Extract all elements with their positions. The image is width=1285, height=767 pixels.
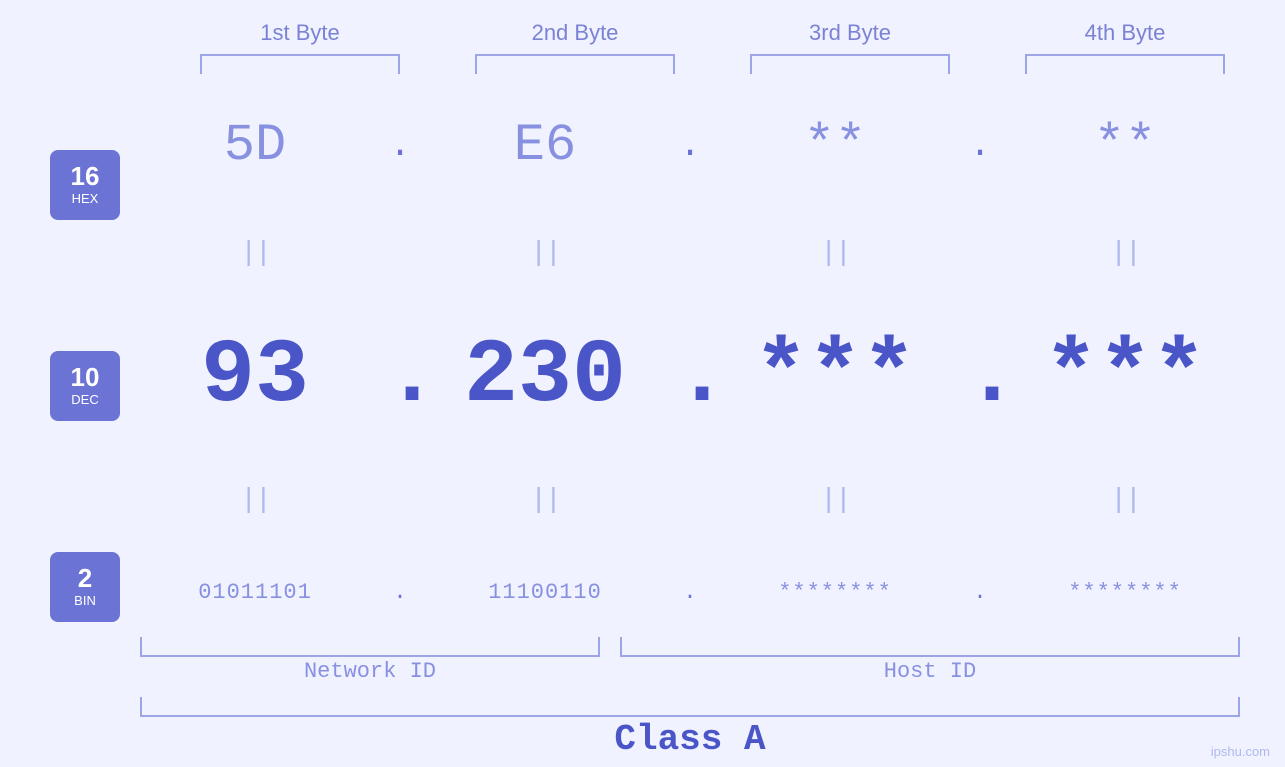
hex-value-row: 5D . E6 . ** . ** bbox=[140, 116, 1240, 175]
eq2-3: || bbox=[735, 487, 935, 515]
dec-badge-label: DEC bbox=[71, 392, 98, 407]
network-id-label: Network ID bbox=[140, 659, 600, 684]
hex-cell-3: ** bbox=[735, 116, 935, 175]
hex-cell-2: E6 bbox=[445, 116, 645, 175]
bracket-top-3 bbox=[750, 54, 950, 74]
dec-cell-1: 93 bbox=[155, 332, 355, 422]
eq1-3: || bbox=[735, 240, 935, 268]
bin-badge-label: BIN bbox=[74, 593, 96, 608]
byte3-header: 3rd Byte bbox=[750, 20, 950, 46]
hex-val-3: ** bbox=[804, 116, 866, 175]
network-bracket bbox=[140, 637, 600, 657]
bin-value-row: 01011101 . 11100110 . ******** . *******… bbox=[140, 580, 1240, 605]
eq1-4: || bbox=[1025, 240, 1225, 268]
byte2-header: 2nd Byte bbox=[475, 20, 675, 46]
host-id-label: Host ID bbox=[620, 659, 1240, 684]
outer-bottom-bracket bbox=[140, 697, 1240, 717]
bin-val-1: 01011101 bbox=[198, 580, 312, 605]
hex-badge-num: 16 bbox=[71, 163, 100, 189]
bracket-top-2 bbox=[475, 54, 675, 74]
dec-cell-3: *** bbox=[735, 332, 935, 422]
eq1-2: || bbox=[445, 240, 645, 268]
byte4-header: 4th Byte bbox=[1025, 20, 1225, 46]
bin-val-2: 11100110 bbox=[488, 580, 602, 605]
bracket-top-4 bbox=[1025, 54, 1225, 74]
hex-dot-2: . bbox=[675, 125, 705, 166]
bin-dot-2: . bbox=[675, 580, 705, 605]
bin-dot-1: . bbox=[385, 580, 415, 605]
dec-val-1: 93 bbox=[201, 326, 309, 428]
eq2-1: || bbox=[155, 487, 355, 515]
hex-badge-label: HEX bbox=[72, 191, 99, 206]
byte-headers-row: 1st Byte 2nd Byte 3rd Byte 4th Byte bbox=[163, 20, 1263, 46]
bottom-brackets bbox=[140, 637, 1240, 657]
dec-value-row: 93 . 230 . *** . *** bbox=[140, 332, 1240, 422]
bin-val-3: ******** bbox=[778, 580, 892, 605]
bin-badge: 2 BIN bbox=[50, 552, 120, 622]
eq2-4: || bbox=[1025, 487, 1225, 515]
dec-dot-1: . bbox=[385, 332, 415, 422]
bracket-top-1 bbox=[200, 54, 400, 74]
hex-cell-4: ** bbox=[1025, 116, 1225, 175]
watermark: ipshu.com bbox=[1211, 744, 1270, 759]
bin-cell-3: ******** bbox=[735, 580, 935, 605]
eq2-2: || bbox=[445, 487, 645, 515]
host-bracket bbox=[620, 637, 1240, 657]
hex-val-4: ** bbox=[1094, 116, 1156, 175]
bin-badge-num: 2 bbox=[78, 565, 92, 591]
dec-val-2: 230 bbox=[464, 326, 626, 428]
dec-badge-num: 10 bbox=[71, 364, 100, 390]
main-container: 1st Byte 2nd Byte 3rd Byte 4th Byte 16 H… bbox=[0, 0, 1285, 767]
bin-cell-4: ******** bbox=[1025, 580, 1225, 605]
dec-dot-3: . bbox=[965, 332, 995, 422]
dec-val-3: *** bbox=[754, 326, 916, 428]
bin-dot-3: . bbox=[965, 580, 995, 605]
dec-dot-2: . bbox=[675, 332, 705, 422]
hex-cell-1: 5D bbox=[155, 116, 355, 175]
bin-cell-2: 11100110 bbox=[445, 580, 645, 605]
dec-cell-4: *** bbox=[1025, 332, 1225, 422]
equals-row-2: || || || || bbox=[140, 487, 1240, 515]
class-label: Class A bbox=[140, 719, 1240, 760]
bin-val-4: ******** bbox=[1068, 580, 1182, 605]
hex-dot-1: . bbox=[385, 125, 415, 166]
dec-cell-2: 230 bbox=[445, 332, 645, 422]
dec-val-4: *** bbox=[1044, 326, 1206, 428]
hex-val-1: 5D bbox=[224, 116, 286, 175]
byte1-header: 1st Byte bbox=[200, 20, 400, 46]
hex-badge: 16 HEX bbox=[50, 150, 120, 220]
top-brackets bbox=[163, 54, 1263, 74]
bin-cell-1: 01011101 bbox=[155, 580, 355, 605]
hex-dot-3: . bbox=[965, 125, 995, 166]
eq1-1: || bbox=[155, 240, 355, 268]
dec-badge: 10 DEC bbox=[50, 351, 120, 421]
hex-val-2: E6 bbox=[514, 116, 576, 175]
bottom-section: Network ID Host ID Class A bbox=[0, 637, 1285, 767]
equals-row-1: || || || || bbox=[140, 240, 1240, 268]
